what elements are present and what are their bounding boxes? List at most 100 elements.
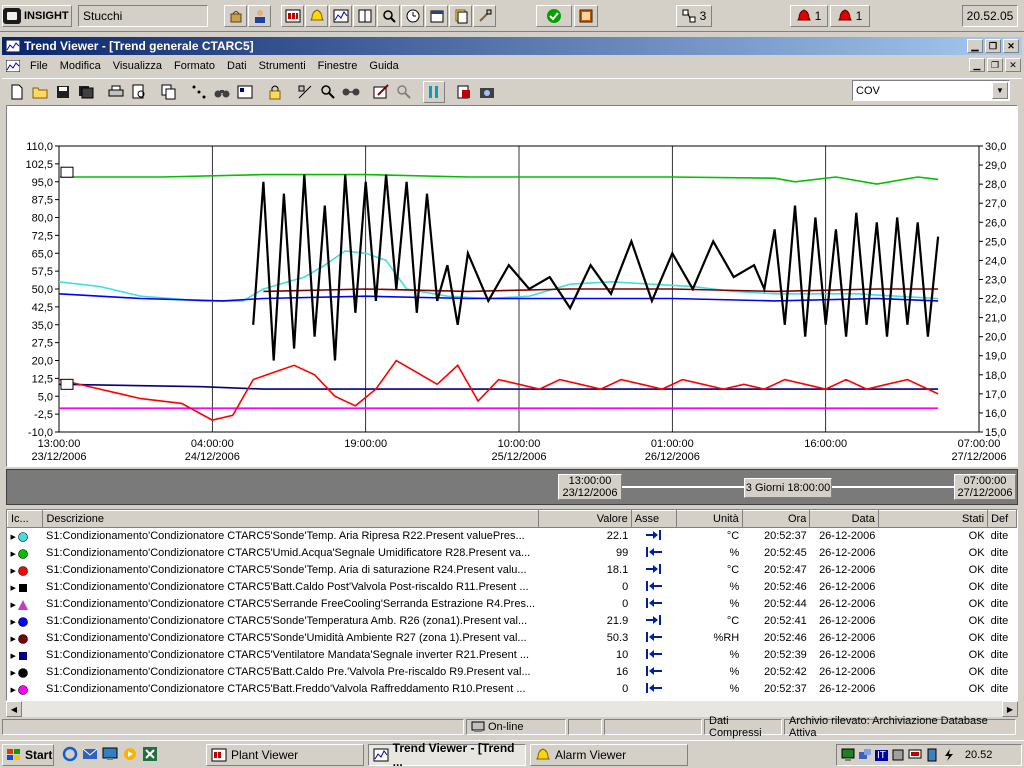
- col-header-axis[interactable]: Asse: [630, 510, 677, 528]
- alarm-bell-icon[interactable]: [305, 5, 328, 27]
- find-binoculars-icon[interactable]: [211, 81, 233, 103]
- tools-icon[interactable]: [473, 5, 496, 27]
- save-all-icon[interactable]: [75, 81, 97, 103]
- menu-file[interactable]: File: [24, 60, 54, 72]
- range-span-box[interactable]: 3 Giorni 18:00:00: [744, 478, 832, 498]
- menu-dati[interactable]: Dati: [221, 60, 253, 72]
- zoom-out-icon[interactable]: [393, 81, 415, 103]
- pause-icon[interactable]: [423, 80, 445, 103]
- open-folder-icon[interactable]: [29, 81, 51, 103]
- task-trend-viewer[interactable]: Trend Viewer - [Trend ...: [368, 741, 526, 768]
- task-alarm-viewer[interactable]: Alarm Viewer: [530, 744, 688, 766]
- left-axis-icon[interactable]: [631, 630, 676, 647]
- range-start-box[interactable]: 13:00:00 23/12/2006: [558, 474, 622, 500]
- menu-finestre[interactable]: Finestre: [312, 60, 364, 72]
- internet-explorer-icon[interactable]: [62, 746, 78, 762]
- basket-icon[interactable]: [224, 5, 247, 27]
- export-icon[interactable]: [453, 81, 475, 103]
- excel-icon[interactable]: [142, 746, 158, 762]
- user-field[interactable]: Stucchi: [78, 5, 208, 27]
- acknowledge-button[interactable]: [536, 5, 572, 27]
- monitor-tray-icon[interactable]: [841, 748, 855, 762]
- table-row[interactable]: ▶ S1:Condizionamento'Condizionatore CTARC…: [8, 630, 1017, 647]
- lock-icon[interactable]: [264, 81, 286, 103]
- media-player-icon[interactable]: [122, 746, 138, 762]
- scheduler-clock-icon[interactable]: [401, 5, 424, 27]
- left-axis-icon[interactable]: [631, 545, 676, 562]
- print-preview-icon[interactable]: [128, 81, 150, 103]
- alarm-counter-1[interactable]: 1: [790, 5, 828, 27]
- calendar-icon[interactable]: [425, 5, 448, 27]
- minimize-button[interactable]: ▁: [967, 39, 983, 53]
- left-axis-icon[interactable]: [631, 579, 676, 596]
- table-row[interactable]: ▶ S1:Condizionamento'Condizionatore CTARC…: [8, 545, 1017, 562]
- report-book-icon[interactable]: [353, 5, 376, 27]
- display-tray-icon[interactable]: [908, 748, 922, 762]
- edit-chart-icon[interactable]: [370, 81, 392, 103]
- scroll-left-icon[interactable]: ◀: [6, 701, 22, 717]
- copy-icon[interactable]: [158, 81, 180, 103]
- left-axis-icon[interactable]: [631, 596, 676, 613]
- update-mode-select[interactable]: COV ▼: [852, 80, 1010, 101]
- table-row[interactable]: ▶ S1:Condizionamento'Condizionatore CTARC…: [8, 664, 1017, 681]
- right-axis-icon[interactable]: [631, 528, 676, 545]
- language-indicator[interactable]: IT: [875, 749, 888, 761]
- doc-close-button[interactable]: ✕: [1005, 58, 1021, 72]
- col-header-time[interactable]: Ora: [741, 510, 811, 528]
- network-nodes-indicator[interactable]: 3: [676, 5, 712, 27]
- col-header-value[interactable]: Valore: [537, 510, 632, 528]
- document-menu-icon[interactable]: [6, 60, 20, 72]
- right-axis-icon[interactable]: [631, 562, 676, 579]
- usb-tray-icon[interactable]: [925, 748, 939, 762]
- start-button[interactable]: Start: [2, 744, 54, 766]
- notebook-button[interactable]: [574, 5, 598, 27]
- menu-strumenti[interactable]: Strumenti: [253, 60, 312, 72]
- logon-icon[interactable]: [248, 5, 271, 27]
- properties-icon[interactable]: [234, 81, 256, 103]
- view-glasses-icon[interactable]: [340, 81, 362, 103]
- menu-guida[interactable]: Guida: [363, 60, 404, 72]
- scale-icon[interactable]: [294, 81, 316, 103]
- table-row[interactable]: ▶ S1:Condizionamento'Condizionatore CTARC…: [8, 613, 1017, 630]
- left-axis-icon[interactable]: [631, 647, 676, 664]
- print-icon[interactable]: [105, 81, 127, 103]
- table-row[interactable]: ▶ S1:Condizionamento'Condizionatore CTARC…: [8, 596, 1017, 613]
- network-tray-icon[interactable]: [858, 748, 872, 762]
- restore-button[interactable]: ❐: [985, 39, 1001, 53]
- right-axis-icon[interactable]: [631, 613, 676, 630]
- menu-modifica[interactable]: Modifica: [54, 60, 107, 72]
- menu-formato[interactable]: Formato: [168, 60, 221, 72]
- new-icon[interactable]: [6, 81, 28, 103]
- menu-visualizza[interactable]: Visualizza: [107, 60, 168, 72]
- range-end-box[interactable]: 07:00:00 27/12/2006: [954, 474, 1016, 500]
- desktop-icon[interactable]: [102, 746, 118, 762]
- table-row[interactable]: ▶ S1:Condizionamento'Condizionatore CTARC…: [8, 562, 1017, 579]
- search-icon[interactable]: [377, 5, 400, 27]
- table-row[interactable]: ▶ S1:Condizionamento'Condizionatore CTARC…: [8, 579, 1017, 596]
- trend-icon[interactable]: [329, 5, 352, 27]
- table-row[interactable]: ▶ S1:Condizionamento'Condizionatore CTARC…: [8, 681, 1017, 698]
- doc-minimize-button[interactable]: ▁: [969, 58, 985, 72]
- doc-restore-button[interactable]: ❐: [987, 58, 1003, 72]
- zoom-icon[interactable]: [317, 81, 339, 103]
- trend-chart[interactable]: 13:00:00 23/12/2006 04:00:00 24/12/2006 19:0…: [6, 105, 1018, 467]
- documents-icon[interactable]: [449, 5, 472, 27]
- close-button[interactable]: ✕: [1003, 39, 1019, 53]
- col-header-unit[interactable]: Unità: [675, 510, 743, 528]
- col-header-state[interactable]: Stati: [877, 510, 989, 528]
- plant-viewer-icon[interactable]: [281, 5, 304, 27]
- left-axis-icon[interactable]: [631, 681, 676, 698]
- task-plant-viewer[interactable]: Plant Viewer: [206, 744, 364, 766]
- save-icon[interactable]: [52, 81, 74, 103]
- table-row[interactable]: ▶ S1:Condizionamento'Condizionatore CTARC…: [8, 528, 1017, 545]
- col-header-icon[interactable]: Ic...: [7, 510, 44, 528]
- camera-icon[interactable]: [476, 81, 498, 103]
- insight-logo[interactable]: INSIGHT: [2, 5, 72, 27]
- alarm-counter-2[interactable]: 1: [830, 5, 870, 27]
- col-header-def[interactable]: Def: [987, 510, 1017, 528]
- chevron-down-icon[interactable]: ▼: [992, 82, 1008, 99]
- power-tray-icon[interactable]: [942, 748, 956, 762]
- left-axis-icon[interactable]: [631, 664, 676, 681]
- col-header-date[interactable]: Data: [809, 510, 879, 528]
- window-title-bar[interactable]: Trend Viewer - [Trend generale CTARC5] ▁…: [2, 37, 1022, 55]
